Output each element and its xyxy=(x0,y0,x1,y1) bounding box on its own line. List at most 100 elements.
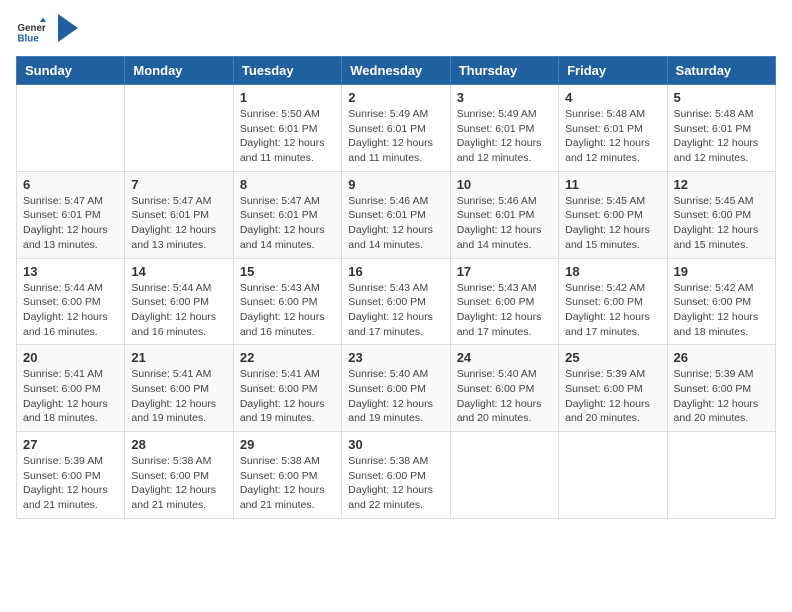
day-number: 2 xyxy=(348,90,443,105)
day-info: Sunrise: 5:49 AM Sunset: 6:01 PM Dayligh… xyxy=(348,107,443,166)
day-info: Sunrise: 5:43 AM Sunset: 6:00 PM Dayligh… xyxy=(348,281,443,340)
day-number: 26 xyxy=(674,350,769,365)
generalblue-logo-icon: General Blue xyxy=(16,16,46,46)
calendar-cell: 17Sunrise: 5:43 AM Sunset: 6:00 PM Dayli… xyxy=(450,258,558,345)
calendar-week-2: 6 Sunrise: 5:47 AM Sunset: 6:01 PM Daylig… xyxy=(17,171,776,258)
calendar-cell: 5 Sunrise: 5:48 AM Sunset: 6:01 PM Daylig… xyxy=(667,85,775,172)
day-info: Sunrise: 5:43 AM Sunset: 6:00 PM Dayligh… xyxy=(240,281,335,340)
day-number: 24 xyxy=(457,350,552,365)
calendar-cell: 7Sunrise: 5:47 AM Sunset: 6:01 PM Daylig… xyxy=(125,171,233,258)
day-number: 27 xyxy=(23,437,118,452)
calendar-cell: 3 Sunrise: 5:49 AM Sunset: 6:01 PM Daylig… xyxy=(450,85,558,172)
weekday-header-monday: Monday xyxy=(125,57,233,85)
day-number: 14 xyxy=(131,264,226,279)
day-info: Sunrise: 5:40 AM Sunset: 6:00 PM Dayligh… xyxy=(457,367,552,426)
day-number: 21 xyxy=(131,350,226,365)
weekday-header-saturday: Saturday xyxy=(667,57,775,85)
day-number: 30 xyxy=(348,437,443,452)
day-info: Sunrise: 5:50 AM Sunset: 6:01 PM Dayligh… xyxy=(240,107,335,166)
day-info: Sunrise: 5:41 AM Sunset: 6:00 PM Dayligh… xyxy=(240,367,335,426)
day-number: 20 xyxy=(23,350,118,365)
day-info: Sunrise: 5:39 AM Sunset: 6:00 PM Dayligh… xyxy=(674,367,769,426)
day-number: 6 xyxy=(23,177,118,192)
day-number: 4 xyxy=(565,90,660,105)
calendar-cell: 26 Sunrise: 5:39 AM Sunset: 6:00 PM Dayli… xyxy=(667,345,775,432)
calendar-week-5: 27 Sunrise: 5:39 AM Sunset: 6:00 PM Dayli… xyxy=(17,432,776,519)
day-info: Sunrise: 5:47 AM Sunset: 6:01 PM Dayligh… xyxy=(23,194,118,253)
day-number: 25 xyxy=(565,350,660,365)
calendar-week-3: 13 Sunrise: 5:44 AM Sunset: 6:00 PM Dayli… xyxy=(17,258,776,345)
calendar-cell: 19 Sunrise: 5:42 AM Sunset: 6:00 PM Dayli… xyxy=(667,258,775,345)
calendar-cell: 30 Sunrise: 5:38 AM Sunset: 6:00 PM Dayli… xyxy=(342,432,450,519)
day-info: Sunrise: 5:42 AM Sunset: 6:00 PM Dayligh… xyxy=(565,281,660,340)
day-number: 3 xyxy=(457,90,552,105)
day-number: 11 xyxy=(565,177,660,192)
day-info: Sunrise: 5:47 AM Sunset: 6:01 PM Dayligh… xyxy=(240,194,335,253)
day-info: Sunrise: 5:45 AM Sunset: 6:00 PM Dayligh… xyxy=(565,194,660,253)
calendar-cell: 4 Sunrise: 5:48 AM Sunset: 6:01 PM Daylig… xyxy=(559,85,667,172)
weekday-header-row: SundayMondayTuesdayWednesdayThursdayFrid… xyxy=(17,57,776,85)
calendar-cell: 14Sunrise: 5:44 AM Sunset: 6:00 PM Dayli… xyxy=(125,258,233,345)
day-number: 7 xyxy=(131,177,226,192)
day-info: Sunrise: 5:38 AM Sunset: 6:00 PM Dayligh… xyxy=(348,454,443,513)
calendar-cell: 15 Sunrise: 5:43 AM Sunset: 6:00 PM Dayli… xyxy=(233,258,341,345)
calendar-cell: 21 Sunrise: 5:41 AM Sunset: 6:00 PM Dayli… xyxy=(125,345,233,432)
logo: General Blue xyxy=(16,16,78,46)
day-info: Sunrise: 5:48 AM Sunset: 6:01 PM Dayligh… xyxy=(674,107,769,166)
weekday-header-thursday: Thursday xyxy=(450,57,558,85)
day-info: Sunrise: 5:49 AM Sunset: 6:01 PM Dayligh… xyxy=(457,107,552,166)
day-info: Sunrise: 5:46 AM Sunset: 6:01 PM Dayligh… xyxy=(348,194,443,253)
calendar-cell: 27 Sunrise: 5:39 AM Sunset: 6:00 PM Dayli… xyxy=(17,432,125,519)
calendar-cell: 10Sunrise: 5:46 AM Sunset: 6:01 PM Dayli… xyxy=(450,171,558,258)
calendar-cell xyxy=(125,85,233,172)
calendar-cell: 28Sunrise: 5:38 AM Sunset: 6:00 PM Dayli… xyxy=(125,432,233,519)
calendar-cell: 13 Sunrise: 5:44 AM Sunset: 6:00 PM Dayli… xyxy=(17,258,125,345)
calendar-cell: 29 Sunrise: 5:38 AM Sunset: 6:00 PM Dayli… xyxy=(233,432,341,519)
day-number: 17 xyxy=(457,264,552,279)
svg-text:Blue: Blue xyxy=(18,34,40,45)
day-info: Sunrise: 5:41 AM Sunset: 6:00 PM Dayligh… xyxy=(23,367,118,426)
day-number: 15 xyxy=(240,264,335,279)
day-info: Sunrise: 5:44 AM Sunset: 6:00 PM Dayligh… xyxy=(23,281,118,340)
calendar-cell: 1Sunrise: 5:50 AM Sunset: 6:01 PM Daylig… xyxy=(233,85,341,172)
weekday-header-sunday: Sunday xyxy=(17,57,125,85)
calendar-table: SundayMondayTuesdayWednesdayThursdayFrid… xyxy=(16,56,776,519)
calendar-cell: 2 Sunrise: 5:49 AM Sunset: 6:01 PM Daylig… xyxy=(342,85,450,172)
calendar-cell: 8 Sunrise: 5:47 AM Sunset: 6:01 PM Daylig… xyxy=(233,171,341,258)
calendar-cell xyxy=(450,432,558,519)
day-info: Sunrise: 5:41 AM Sunset: 6:00 PM Dayligh… xyxy=(131,367,226,426)
calendar-cell: 12Sunrise: 5:45 AM Sunset: 6:00 PM Dayli… xyxy=(667,171,775,258)
day-number: 23 xyxy=(348,350,443,365)
day-number: 22 xyxy=(240,350,335,365)
calendar-cell: 24 Sunrise: 5:40 AM Sunset: 6:00 PM Dayli… xyxy=(450,345,558,432)
calendar-cell: 16 Sunrise: 5:43 AM Sunset: 6:00 PM Dayli… xyxy=(342,258,450,345)
day-number: 13 xyxy=(23,264,118,279)
day-info: Sunrise: 5:39 AM Sunset: 6:00 PM Dayligh… xyxy=(23,454,118,513)
logo-arrow-icon xyxy=(58,14,78,42)
svg-text:General: General xyxy=(18,23,47,34)
calendar-cell: 25 Sunrise: 5:39 AM Sunset: 6:00 PM Dayli… xyxy=(559,345,667,432)
calendar-cell xyxy=(17,85,125,172)
day-number: 29 xyxy=(240,437,335,452)
weekday-header-friday: Friday xyxy=(559,57,667,85)
day-info: Sunrise: 5:48 AM Sunset: 6:01 PM Dayligh… xyxy=(565,107,660,166)
calendar-week-4: 20 Sunrise: 5:41 AM Sunset: 6:00 PM Dayli… xyxy=(17,345,776,432)
day-info: Sunrise: 5:38 AM Sunset: 6:00 PM Dayligh… xyxy=(240,454,335,513)
day-info: Sunrise: 5:45 AM Sunset: 6:00 PM Dayligh… xyxy=(674,194,769,253)
day-number: 5 xyxy=(674,90,769,105)
calendar-cell: 11 Sunrise: 5:45 AM Sunset: 6:00 PM Dayli… xyxy=(559,171,667,258)
day-info: Sunrise: 5:39 AM Sunset: 6:00 PM Dayligh… xyxy=(565,367,660,426)
day-number: 8 xyxy=(240,177,335,192)
weekday-header-wednesday: Wednesday xyxy=(342,57,450,85)
day-number: 19 xyxy=(674,264,769,279)
day-info: Sunrise: 5:38 AM Sunset: 6:00 PM Dayligh… xyxy=(131,454,226,513)
day-info: Sunrise: 5:40 AM Sunset: 6:00 PM Dayligh… xyxy=(348,367,443,426)
calendar-cell: 9 Sunrise: 5:46 AM Sunset: 6:01 PM Daylig… xyxy=(342,171,450,258)
day-number: 9 xyxy=(348,177,443,192)
day-info: Sunrise: 5:42 AM Sunset: 6:00 PM Dayligh… xyxy=(674,281,769,340)
calendar-cell: 20 Sunrise: 5:41 AM Sunset: 6:00 PM Dayli… xyxy=(17,345,125,432)
day-number: 16 xyxy=(348,264,443,279)
calendar-cell: 22 Sunrise: 5:41 AM Sunset: 6:00 PM Dayli… xyxy=(233,345,341,432)
calendar-cell: 18Sunrise: 5:42 AM Sunset: 6:00 PM Dayli… xyxy=(559,258,667,345)
header: General Blue xyxy=(16,16,776,46)
